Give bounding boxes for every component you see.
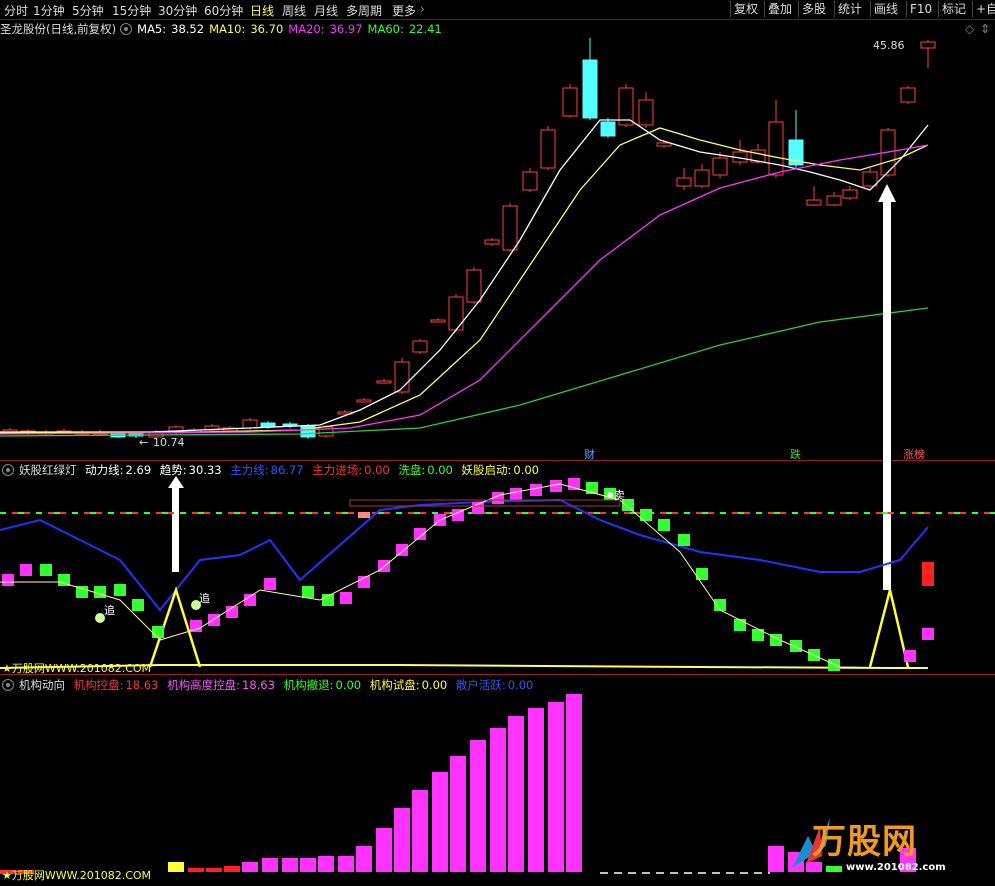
inst-bar: [206, 868, 222, 872]
candle-body: [676, 177, 692, 187]
indicator-block: [922, 628, 934, 640]
indicator-block: [396, 544, 408, 556]
indicator-block: [264, 578, 276, 590]
inst-bar: [338, 856, 354, 872]
candle-body: [712, 157, 728, 176]
indicator-block: [302, 586, 314, 598]
chase-marker: 追: [104, 604, 115, 617]
inst-bar: [262, 858, 278, 872]
indicator-block: [20, 564, 32, 576]
sell-dot-icon: [607, 492, 613, 498]
panel3-watermark: ★万股网WWW.201082.COM: [2, 869, 152, 882]
candle-body: [600, 121, 616, 137]
candle-body: [522, 171, 538, 191]
candle-body: [806, 199, 822, 206]
inst-bar: [768, 846, 784, 872]
indicator-block: [94, 586, 106, 598]
inst-bar: [548, 702, 564, 872]
candle-body: [376, 380, 392, 384]
candle-body: [842, 189, 858, 199]
low-arrow-icon: ←: [139, 436, 149, 449]
candle-body: [502, 205, 518, 251]
chase-marker: 追: [199, 592, 210, 605]
inst-bar: [528, 708, 544, 872]
indicator-block: [132, 599, 144, 611]
logo-text: 万股网: [812, 822, 917, 862]
tag-zhangbang[interactable]: 涨榜: [903, 446, 925, 462]
indicator-block: [114, 584, 126, 596]
candle-body: [900, 87, 916, 103]
inst-bar: [490, 728, 506, 872]
indicator-block: [904, 650, 916, 662]
indicator-block: [530, 484, 542, 496]
indicator-block: [152, 626, 164, 638]
candle-body: [562, 87, 578, 117]
inst-bar: [566, 694, 582, 872]
candle-body: [540, 129, 556, 169]
inst-bar: [168, 862, 184, 872]
candle-body: [242, 419, 258, 429]
up-arrow-shaft: [883, 200, 891, 590]
ma10-line: [0, 127, 929, 434]
sell-marker: 卖: [614, 489, 625, 502]
candle-body: [638, 99, 654, 126]
candle-body: [484, 239, 500, 245]
tag-die[interactable]: 跌: [790, 446, 801, 462]
up-arrow-head: [878, 184, 896, 202]
indicator-block: [510, 488, 522, 500]
candle-body: [694, 169, 710, 187]
candle-body: [656, 142, 672, 147]
inst-bar: [412, 790, 428, 872]
tag-cai[interactable]: 财: [584, 446, 595, 462]
logo-url: www.201082.com: [846, 862, 946, 873]
kline-chart[interactable]: [0, 0, 995, 886]
inst-bar: [224, 866, 240, 872]
trend-line: [0, 483, 901, 669]
indicator-block: [40, 564, 52, 576]
inst-bar: [356, 846, 372, 872]
inst-bar: [318, 856, 334, 872]
candle-body: [430, 319, 446, 323]
up-arrow-shaft: [172, 486, 179, 572]
indicator-block: [828, 659, 840, 671]
indicator-block: [658, 519, 670, 531]
candle-body: [582, 59, 598, 119]
candle-body: [768, 121, 784, 176]
candle-body: [466, 269, 482, 303]
inst-bar: [432, 772, 448, 872]
inst-bar: [300, 858, 316, 872]
candle-body: [920, 41, 936, 49]
spike-yellow: [868, 589, 910, 668]
ma20-line: [0, 144, 929, 435]
indicator-block: [340, 592, 352, 604]
indicator-block: [790, 640, 802, 652]
indicator-block: [922, 562, 934, 586]
candle-body: [448, 296, 464, 331]
candle-body: [826, 195, 842, 206]
ma60-line: [0, 307, 929, 437]
inst-bar: [242, 862, 258, 872]
indicator-block: [2, 574, 14, 586]
high-price-label: 45.86: [873, 39, 905, 52]
inst-bar: [282, 858, 298, 872]
inst-bar: [508, 716, 524, 872]
panel2-watermark: ★万股网WWW.201082.COM: [2, 662, 152, 675]
up-arrow-head: [168, 476, 184, 488]
indicator-block: [734, 619, 746, 631]
inst-bar: [188, 868, 204, 872]
candle-body: [862, 171, 878, 187]
ma5-line: [0, 119, 929, 433]
indicator-block: [208, 614, 220, 626]
inst-bar: [376, 828, 392, 872]
low-price-label: 10.74: [153, 436, 185, 449]
candle-body: [356, 399, 372, 403]
inst-bar: [450, 756, 466, 872]
inst-bar: [470, 740, 486, 872]
candle-body: [412, 340, 428, 353]
top-band-block: [358, 512, 370, 518]
indicator-block: [414, 528, 426, 540]
inst-bar: [394, 808, 410, 872]
indicator-block: [678, 534, 690, 546]
